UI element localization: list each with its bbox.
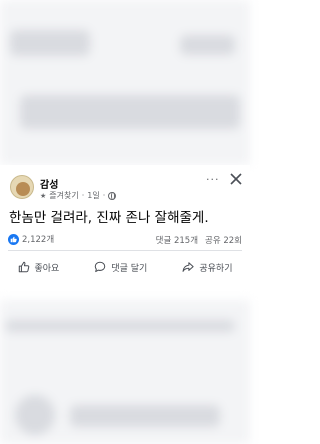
reaction-summary[interactable]: 2,122개 [8, 233, 54, 245]
action-bar: 좋아요 댓글 달기 공유하기 [0, 255, 250, 279]
post-meta: ★ 즐겨찾기 · 1일 · [40, 190, 117, 201]
author-name[interactable]: 감성 [40, 176, 58, 191]
blurred-background-bottom [0, 300, 250, 444]
meta-separator-2: · [102, 191, 106, 200]
star-icon: ★ [40, 191, 47, 200]
reaction-count: 2,122개 [22, 235, 55, 245]
engagement-counts: 댓글 215개 공유 22회 [156, 234, 242, 246]
blurred-background-top [0, 0, 250, 165]
post-card: 감성 ★ 즐겨찾기 · 1일 · ··· 한놈만 걸려라, 진짜 존나 잘해줄게… [0, 165, 250, 300]
divider [8, 250, 242, 251]
like-label: 좋아요 [34, 263, 60, 274]
more-options-button[interactable]: ··· [206, 173, 220, 186]
share-label: 공유하기 [199, 263, 233, 274]
comments-count[interactable]: 댓글 215개 [156, 234, 198, 246]
post-time[interactable]: 1일 [87, 190, 99, 201]
comment-label: 댓글 달기 [111, 263, 148, 274]
meta-separator: · [81, 191, 85, 200]
close-icon [230, 173, 242, 185]
close-button[interactable] [229, 171, 243, 185]
avatar[interactable] [10, 175, 34, 199]
favorite-label: 즐겨찾기 [49, 191, 79, 200]
like-button[interactable]: 좋아요 [12, 259, 66, 276]
globe-icon [108, 191, 117, 200]
comment-button[interactable]: 댓글 달기 [88, 259, 153, 276]
post-text: 한놈만 걸려라, 진짜 존나 잘해줄게. [9, 210, 209, 226]
share-icon [182, 262, 195, 272]
shares-count[interactable]: 공유 22회 [205, 234, 242, 246]
like-reaction-icon [8, 233, 19, 245]
share-button[interactable]: 공유하기 [176, 259, 238, 276]
thumbs-up-icon [18, 261, 29, 273]
comment-icon [95, 261, 106, 273]
